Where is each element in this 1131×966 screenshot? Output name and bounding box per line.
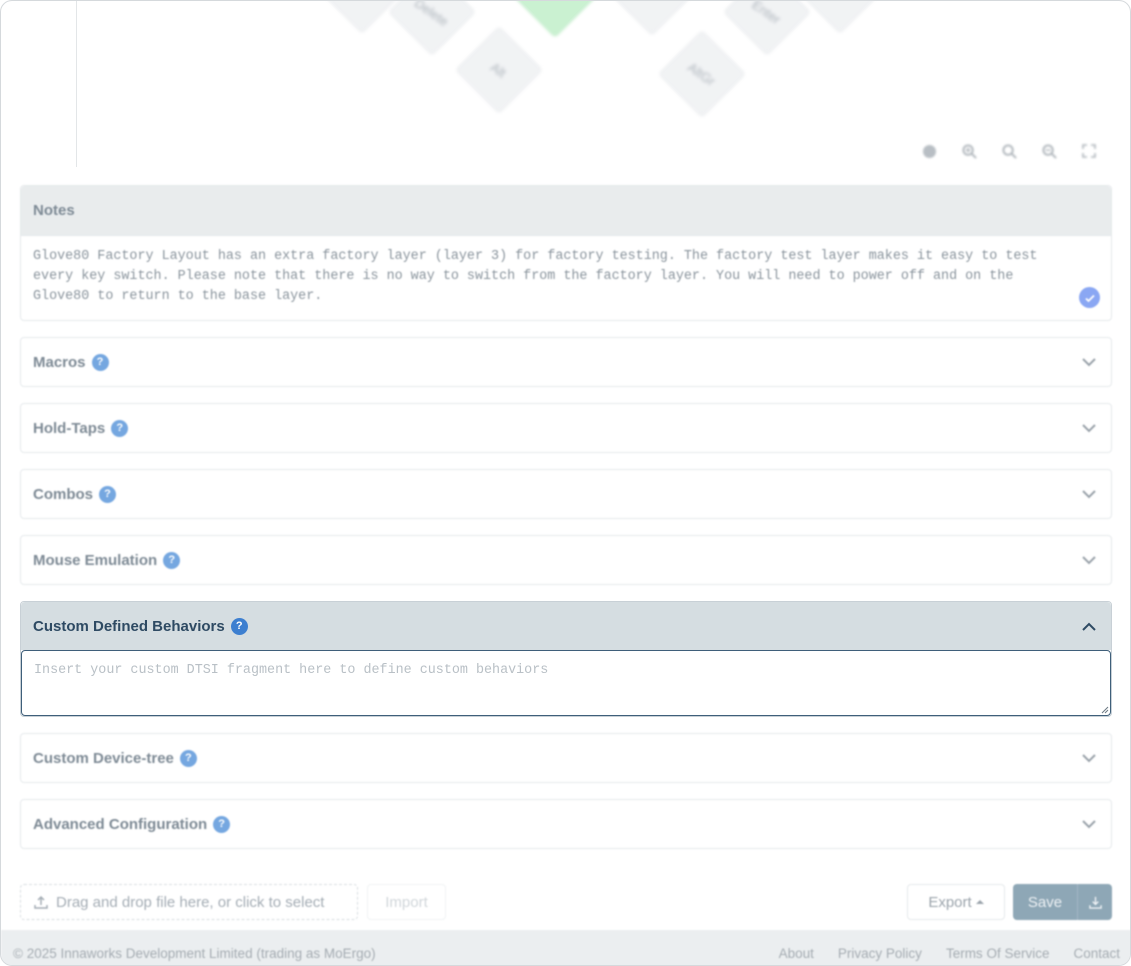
help-icon[interactable]: ?: [111, 419, 129, 437]
site-footer: © 2025 Innaworks Development Limited (tr…: [1, 930, 1130, 965]
save-button[interactable]: Save: [1013, 884, 1078, 920]
chevron-down-icon[interactable]: [1079, 748, 1099, 768]
footer-link-contact[interactable]: Contact: [1073, 946, 1120, 961]
key-label: AltGr: [685, 59, 719, 89]
download-icon[interactable]: [1078, 884, 1112, 920]
footer-link-terms[interactable]: Terms Of Service: [946, 946, 1050, 961]
app-frame: Delete Alt AltGr Enter Notes Glove80 Fac…: [0, 0, 1131, 966]
notes-textarea[interactable]: Glove80 Factory Layout has an extra fact…: [21, 236, 1111, 318]
copyright-text: © 2025 Innaworks Development Limited (tr…: [13, 946, 376, 961]
key-label: Alt: [488, 59, 510, 81]
section-custom-device-tree[interactable]: Custom Device-tree?: [20, 733, 1112, 783]
section-title: Hold-Taps?: [33, 419, 129, 437]
notes-header: Notes: [21, 186, 1111, 236]
footer-links: About Privacy Policy Terms Of Service Co…: [779, 946, 1120, 961]
import-button[interactable]: Import: [367, 884, 446, 920]
check-icon: [1079, 287, 1100, 308]
save-button-group: Save: [1013, 884, 1112, 920]
key-altgr[interactable]: AltGr: [658, 30, 746, 118]
help-icon[interactable]: ?: [99, 485, 116, 503]
keyboard-preview: Delete Alt AltGr Enter: [1, 1, 1130, 176]
section-title: Advanced Configuration?: [33, 815, 231, 833]
section-custom-defined-behaviors: Custom Defined Behaviors?: [20, 601, 1112, 717]
help-icon[interactable]: ?: [230, 617, 248, 635]
zoom-in-icon[interactable]: [959, 142, 979, 160]
key-enter[interactable]: Enter: [723, 1, 811, 56]
help-icon[interactable]: ?: [91, 353, 109, 371]
zoom-reset-icon[interactable]: [999, 142, 1019, 160]
export-button[interactable]: Export: [907, 884, 1005, 920]
key-7[interactable]: [796, 1, 884, 34]
upload-icon: [34, 895, 48, 909]
key-highlighted[interactable]: [511, 1, 599, 38]
section-title: Combos?: [33, 485, 116, 503]
notes-title: Notes: [33, 202, 75, 219]
resize-handle-icon[interactable]: [1101, 706, 1109, 714]
footer-link-privacy[interactable]: Privacy Policy: [838, 946, 922, 961]
section-title: Custom Device-tree?: [33, 749, 197, 767]
zoom-toolbar: [919, 142, 1099, 160]
key-delete[interactable]: Delete: [388, 1, 476, 56]
section-mouse-emulation[interactable]: Mouse Emulation?: [20, 535, 1112, 585]
fullscreen-icon[interactable]: [1079, 142, 1099, 160]
chevron-up-icon[interactable]: [1079, 616, 1099, 636]
caret-up-icon: [975, 900, 984, 904]
key-alt[interactable]: Alt: [455, 26, 543, 114]
notes-panel: Notes Glove80 Factory Layout has an extr…: [20, 185, 1112, 321]
export-label: Export: [928, 893, 972, 911]
section-title: Mouse Emulation?: [33, 551, 181, 569]
section-hold-taps[interactable]: Hold-Taps?: [20, 403, 1112, 453]
section-combos[interactable]: Combos?: [20, 469, 1112, 519]
file-dropzone[interactable]: Drag and drop file here, or click to sel…: [20, 884, 358, 920]
chevron-down-icon[interactable]: [1079, 814, 1099, 834]
dropzone-label: Drag and drop file here, or click to sel…: [56, 893, 325, 911]
section-advanced-configuration[interactable]: Advanced Configuration?: [20, 799, 1112, 849]
chevron-down-icon[interactable]: [1079, 418, 1099, 438]
help-icon[interactable]: ?: [163, 551, 181, 569]
key-label: Delete: [412, 1, 452, 29]
help-icon[interactable]: ?: [213, 815, 231, 833]
help-icon[interactable]: ?: [179, 749, 197, 767]
dtsi-textarea[interactable]: [21, 650, 1111, 716]
section-title: Macros?: [33, 353, 109, 371]
chevron-down-icon[interactable]: [1079, 484, 1099, 504]
key-4[interactable]: [608, 1, 696, 36]
key-label: Enter: [749, 1, 785, 28]
footer-link-about[interactable]: About: [779, 946, 814, 961]
reset-dot-icon[interactable]: [919, 142, 939, 160]
action-bar: Drag and drop file here, or click to sel…: [1, 884, 1130, 928]
zoom-out-icon[interactable]: [1039, 142, 1059, 160]
section-title: Custom Defined Behaviors?: [33, 617, 248, 635]
chevron-down-icon[interactable]: [1079, 352, 1099, 372]
chevron-down-icon[interactable]: [1079, 550, 1099, 570]
section-macros[interactable]: Macros?: [20, 337, 1112, 387]
section-header[interactable]: Custom Defined Behaviors?: [21, 602, 1111, 650]
